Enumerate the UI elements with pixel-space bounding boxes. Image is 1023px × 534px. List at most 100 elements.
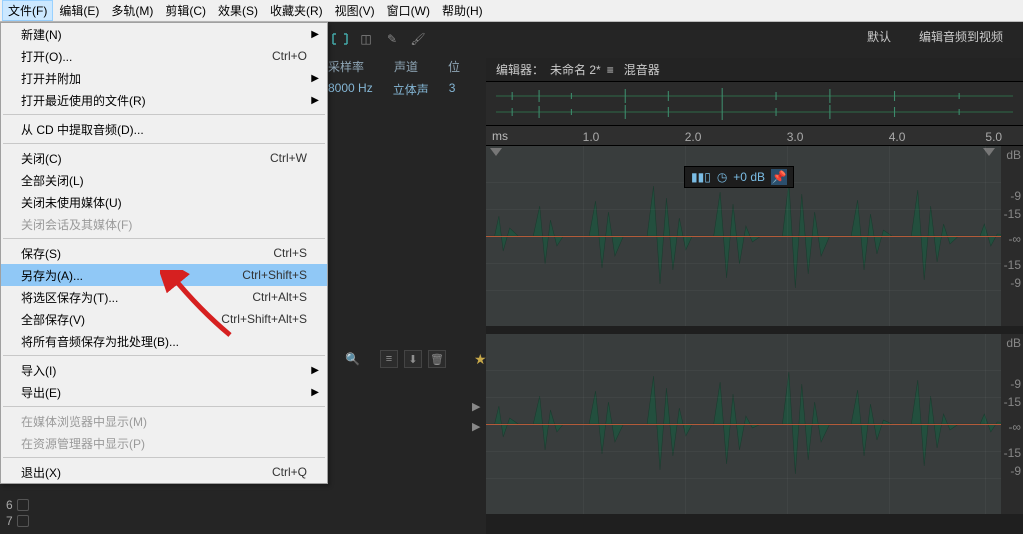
menu-open-append[interactable]: 打开并附加▶ xyxy=(1,67,327,89)
db-mark: -15 xyxy=(1004,258,1021,272)
col-samplerate: 采样率 xyxy=(328,58,364,75)
menu-separator xyxy=(3,238,325,239)
zero-line xyxy=(486,424,1001,425)
tool-select-icon[interactable]: ◫ xyxy=(356,29,376,49)
menu-reveal-explorer: 在资源管理器中显示(P) xyxy=(1,432,327,454)
db-mark: dB xyxy=(1006,336,1021,350)
menu-separator xyxy=(3,114,325,115)
workspace-switcher: 默认 编辑音频到视频 xyxy=(867,28,1003,45)
menu-view[interactable]: 视图(V) xyxy=(329,0,381,21)
bars-icon: ▮▮▯ xyxy=(691,170,711,184)
menu-export[interactable]: 导出(E)▶ xyxy=(1,381,327,403)
db-mark: -9 xyxy=(1010,377,1021,391)
menu-save-batch[interactable]: 将所有音频保存为批处理(B)... xyxy=(1,330,327,352)
workspace-default[interactable]: 默认 xyxy=(867,28,891,45)
download-icon[interactable]: ⬇ xyxy=(404,350,422,368)
channel-chip-icon[interactable] xyxy=(17,499,29,511)
trash-icon[interactable]: 🗑 xyxy=(428,350,446,368)
menu-close-all[interactable]: 全部关闭(L) xyxy=(1,169,327,191)
submenu-arrow-icon: ▶ xyxy=(311,365,319,376)
menu-help[interactable]: 帮助(H) xyxy=(436,0,489,21)
search-icon[interactable]: 🔍 xyxy=(345,352,360,366)
time-ruler[interactable]: ms 1.0 2.0 3.0 4.0 5.0 xyxy=(486,126,1023,146)
submenu-arrow-icon: ▶ xyxy=(311,73,319,84)
channel-6-label: 6 xyxy=(6,498,13,512)
waveform-overview[interactable] xyxy=(486,82,1023,126)
file-properties-panel: 采样率 声道 位 8000 Hz 立体声 3 xyxy=(328,54,488,100)
gain-hud[interactable]: ▮▮▯ ◷ +0 dB 📌 xyxy=(684,166,794,188)
db-mark: -9 xyxy=(1010,276,1021,290)
col-bits: 位 xyxy=(448,58,460,75)
file-menu-dropdown: 新建(N)▶ 打开(O)...Ctrl+O 打开并附加▶ 打开最近使用的文件(R… xyxy=(0,22,328,484)
channel-7-label: 7 xyxy=(6,514,13,528)
menu-separator xyxy=(3,457,325,458)
menu-reveal-media-browser: 在媒体浏览器中显示(M) xyxy=(1,410,327,432)
menu-save-as[interactable]: 另存为(A)...Ctrl+Shift+S xyxy=(1,264,327,286)
menu-separator xyxy=(3,143,325,144)
ruler-unit: ms xyxy=(492,129,508,143)
menu-save[interactable]: 保存(S)Ctrl+S xyxy=(1,242,327,264)
editor-tab-active[interactable]: 编辑器： 未命名 2* ≡ xyxy=(496,61,614,78)
editor-panel: 编辑器： 未命名 2* ≡ 混音器 ⊕ ms 1.0 2.0 3.0 4.0 5… xyxy=(486,58,1023,534)
editor-tab-prefix: 编辑器： xyxy=(496,61,544,78)
ruler-tick: 4.0 xyxy=(889,130,906,144)
tool-cut-icon[interactable]: ✎ xyxy=(382,29,402,49)
ruler-tick: 5.0 xyxy=(985,130,1002,144)
menu-multitrack[interactable]: 多轨(M) xyxy=(105,0,159,21)
overview-waveform xyxy=(496,86,1013,122)
ruler-tick: 1.0 xyxy=(583,130,600,144)
menu-save-all[interactable]: 全部保存(V)Ctrl+Shift+Alt+S xyxy=(1,308,327,330)
ruler-tick: 2.0 xyxy=(685,130,702,144)
star-fav-icon[interactable]: ★ xyxy=(474,351,487,368)
pin-icon[interactable]: 📌 xyxy=(771,169,787,185)
menu-file[interactable]: 文件(F) xyxy=(2,0,53,21)
val-channels: 立体声 xyxy=(393,81,429,98)
menu-favorites[interactable]: 收藏夹(R) xyxy=(264,0,329,21)
val-samplerate: 8000 Hz xyxy=(328,81,373,98)
play-icon[interactable]: ▶ xyxy=(472,420,480,433)
menu-window[interactable]: 窗口(W) xyxy=(381,0,436,21)
panel-menu-icon[interactable]: ≡ xyxy=(607,63,614,77)
zero-line xyxy=(486,236,1001,237)
channel-chip-icon[interactable] xyxy=(17,515,29,527)
menu-new[interactable]: 新建(N)▶ xyxy=(1,23,327,45)
play-icon[interactable]: ▶ xyxy=(472,400,480,413)
db-scale: dB -9 -15 -∞ -15 -9 xyxy=(1001,334,1023,514)
menu-save-selection-as[interactable]: 将选区保存为(T)...Ctrl+Alt+S xyxy=(1,286,327,308)
list-icon[interactable]: ≡ xyxy=(380,350,398,368)
submenu-arrow-icon: ▶ xyxy=(311,29,319,40)
menu-effects[interactable]: 效果(S) xyxy=(212,0,264,21)
menu-open-recent[interactable]: 打开最近使用的文件(R)▶ xyxy=(1,89,327,111)
db-mark: -∞ xyxy=(1008,232,1021,246)
db-mark: -15 xyxy=(1004,395,1021,409)
menu-clip[interactable]: 剪辑(C) xyxy=(159,0,212,21)
menu-exit[interactable]: 退出(X)Ctrl+Q xyxy=(1,461,327,483)
menu-edit[interactable]: 编辑(E) xyxy=(53,0,105,21)
col-channels: 声道 xyxy=(394,58,418,75)
submenu-arrow-icon: ▶ xyxy=(311,387,319,398)
toolbar: ◫ ✎ 🖌 xyxy=(330,24,428,54)
panel-bottom-controls: 🔍 ≡ ⬇ 🗑 ★ xyxy=(345,350,487,368)
mixer-tab[interactable]: 混音器 xyxy=(624,61,660,78)
menu-extract-cd[interactable]: 从 CD 中提取音频(D)... xyxy=(1,118,327,140)
ruler-tick: 3.0 xyxy=(787,130,804,144)
db-mark: -9 xyxy=(1010,189,1021,203)
workspace-edit-audio-to-video[interactable]: 编辑音频到视频 xyxy=(919,28,1003,45)
db-mark: -9 xyxy=(1010,464,1021,478)
tool-brush-icon[interactable]: 🖌 xyxy=(408,29,428,49)
menu-import[interactable]: 导入(I)▶ xyxy=(1,359,327,381)
channel-indicators: 6 7 xyxy=(0,497,35,529)
waveform-right-channel[interactable]: dB -9 -15 -∞ -15 -9 xyxy=(486,334,1023,514)
menu-close[interactable]: 关闭(C)Ctrl+W xyxy=(1,147,327,169)
menu-close-unused[interactable]: 关闭未使用媒体(U) xyxy=(1,191,327,213)
db-mark: -15 xyxy=(1004,207,1021,221)
val-bits: 3 xyxy=(449,81,456,98)
editor-tab-filename: 未命名 2* xyxy=(550,61,601,78)
menu-separator xyxy=(3,406,325,407)
tool-brackets-icon[interactable] xyxy=(330,29,350,49)
menu-open[interactable]: 打开(O)...Ctrl+O xyxy=(1,45,327,67)
menu-close-session: 关闭会话及其媒体(F) xyxy=(1,213,327,235)
waveform-left-channel[interactable]: ▮▮▯ ◷ +0 dB 📌 dB -9 -15 -∞ -15 -9 xyxy=(486,146,1023,326)
menu-separator xyxy=(3,355,325,356)
submenu-arrow-icon: ▶ xyxy=(311,95,319,106)
